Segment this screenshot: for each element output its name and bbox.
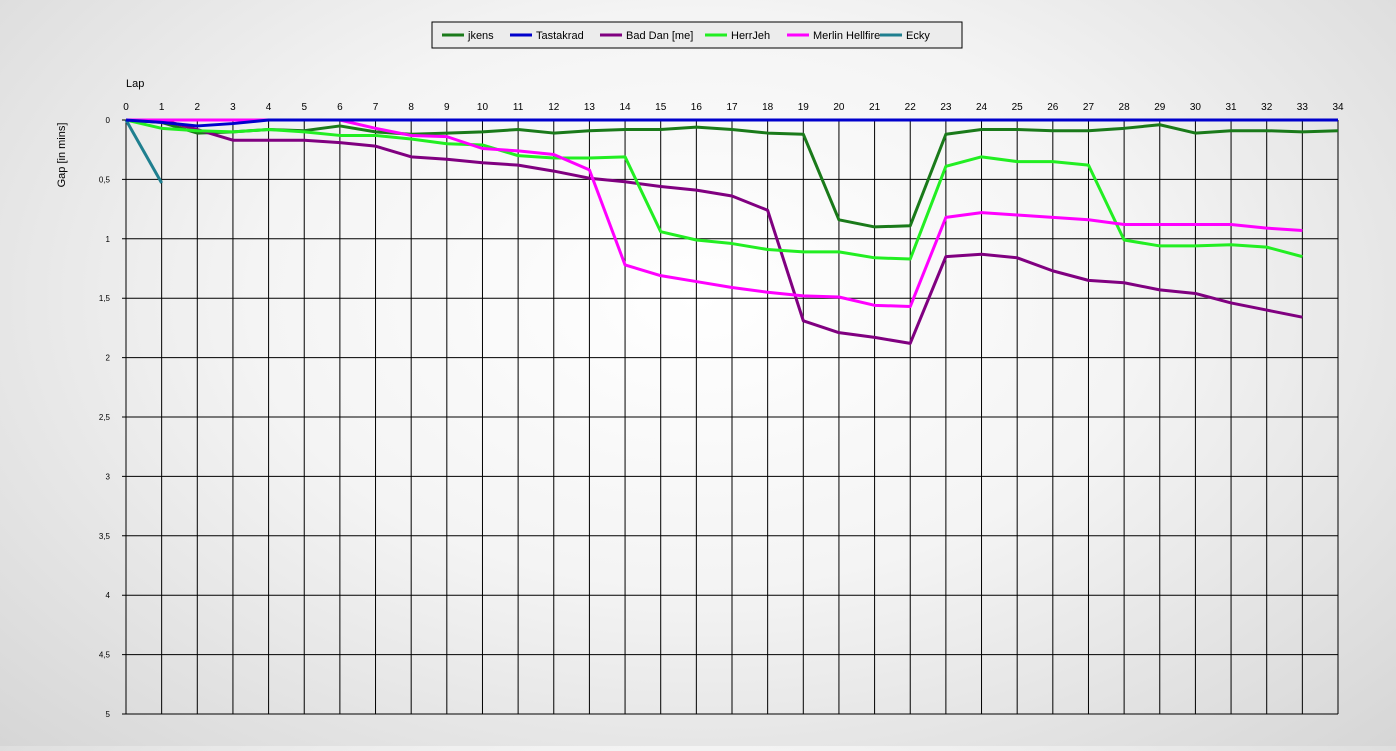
- x-tick-label: 27: [1083, 102, 1095, 113]
- x-tick-label: 18: [762, 102, 774, 113]
- x-tick-label: 29: [1154, 102, 1166, 113]
- x-tick-label: 9: [444, 102, 450, 113]
- legend-label: Merlin Hellfire: [813, 30, 880, 42]
- x-tick-label: 13: [584, 102, 596, 113]
- x-tick-label: 24: [976, 102, 988, 113]
- x-tick-label: 2: [195, 102, 201, 113]
- legend-label: Ecky: [906, 30, 930, 42]
- x-axis-label: Lap: [126, 78, 144, 90]
- y-tick-label: 4,5: [99, 651, 111, 660]
- x-tick-label: 19: [798, 102, 810, 113]
- x-tick-label: 20: [833, 102, 845, 113]
- x-tick-label: 26: [1047, 102, 1059, 113]
- x-tick-label: 12: [548, 102, 560, 113]
- x-tick-label: 1: [159, 102, 165, 113]
- x-tick-label: 8: [408, 102, 414, 113]
- y-tick-label: 4: [106, 591, 111, 600]
- x-tick-label: 34: [1332, 102, 1344, 113]
- series-line-merlin-hellfire: [126, 118, 1303, 309]
- x-tick-label: 30: [1190, 102, 1202, 113]
- y-tick-label: 3: [106, 472, 111, 481]
- y-tick-label: 0,5: [99, 175, 111, 184]
- y-tick-label: 1,5: [99, 294, 111, 303]
- legend-label: HerrJeh: [731, 30, 770, 42]
- x-tick-label: 14: [619, 102, 631, 113]
- y-axis-label: Gap [in mins]: [56, 123, 68, 188]
- series-line-bad-dan-me: [126, 118, 1303, 345]
- y-tick-label: 5: [106, 710, 111, 719]
- x-tick-label: 6: [337, 102, 343, 113]
- x-tick-label: 16: [691, 102, 703, 113]
- chart-root: 0 1 2 3 4 5 6 7 8 9 10 11 12 13 14 15 16 17 18 19 20 21 22 23 24…: [0, 0, 1396, 746]
- x-tick-label: 22: [905, 102, 917, 113]
- x-tick-label: 0: [123, 102, 129, 113]
- legend-label: Bad Dan [me]: [626, 30, 693, 42]
- legend-label: Tastakrad: [536, 30, 584, 42]
- grid-layer: [122, 119, 1339, 715]
- legend: jkens Tastakrad Bad Dan [me] HerrJeh Merlin …: [431, 21, 963, 49]
- x-tick-label: 5: [301, 102, 307, 113]
- x-tick-label: 17: [726, 102, 738, 113]
- x-tick-label: 3: [230, 102, 236, 113]
- x-tick-label: 25: [1012, 102, 1024, 113]
- y-tick-label: 3,5: [99, 532, 111, 541]
- series-line-ecky: [124, 119, 163, 184]
- legend-label: jkens: [467, 30, 494, 42]
- x-tick-label: 4: [266, 102, 272, 113]
- x-tick-label: 33: [1297, 102, 1309, 113]
- x-tick-label: 28: [1119, 102, 1131, 113]
- y-tick-label: 0: [106, 116, 111, 125]
- y-tick-label: 1: [106, 235, 111, 244]
- x-tick-label: 23: [940, 102, 952, 113]
- x-tick-label: 15: [655, 102, 667, 113]
- x-tick-label: 32: [1261, 102, 1273, 113]
- x-tick-label: 21: [869, 102, 881, 113]
- y-tick-label: 2: [106, 354, 111, 363]
- x-tick-label: 7: [373, 102, 379, 113]
- gap-chart: 0 1 2 3 4 5 6 7 8 9 10 11 12 13 14 15 16 17 18 19 20 21 22 23 24…: [56, 21, 1344, 719]
- x-tick-label: 11: [513, 102, 524, 113]
- x-tick-label: 31: [1225, 102, 1237, 113]
- x-tick-label: 10: [477, 102, 489, 113]
- y-tick-label: 2,5: [99, 413, 111, 422]
